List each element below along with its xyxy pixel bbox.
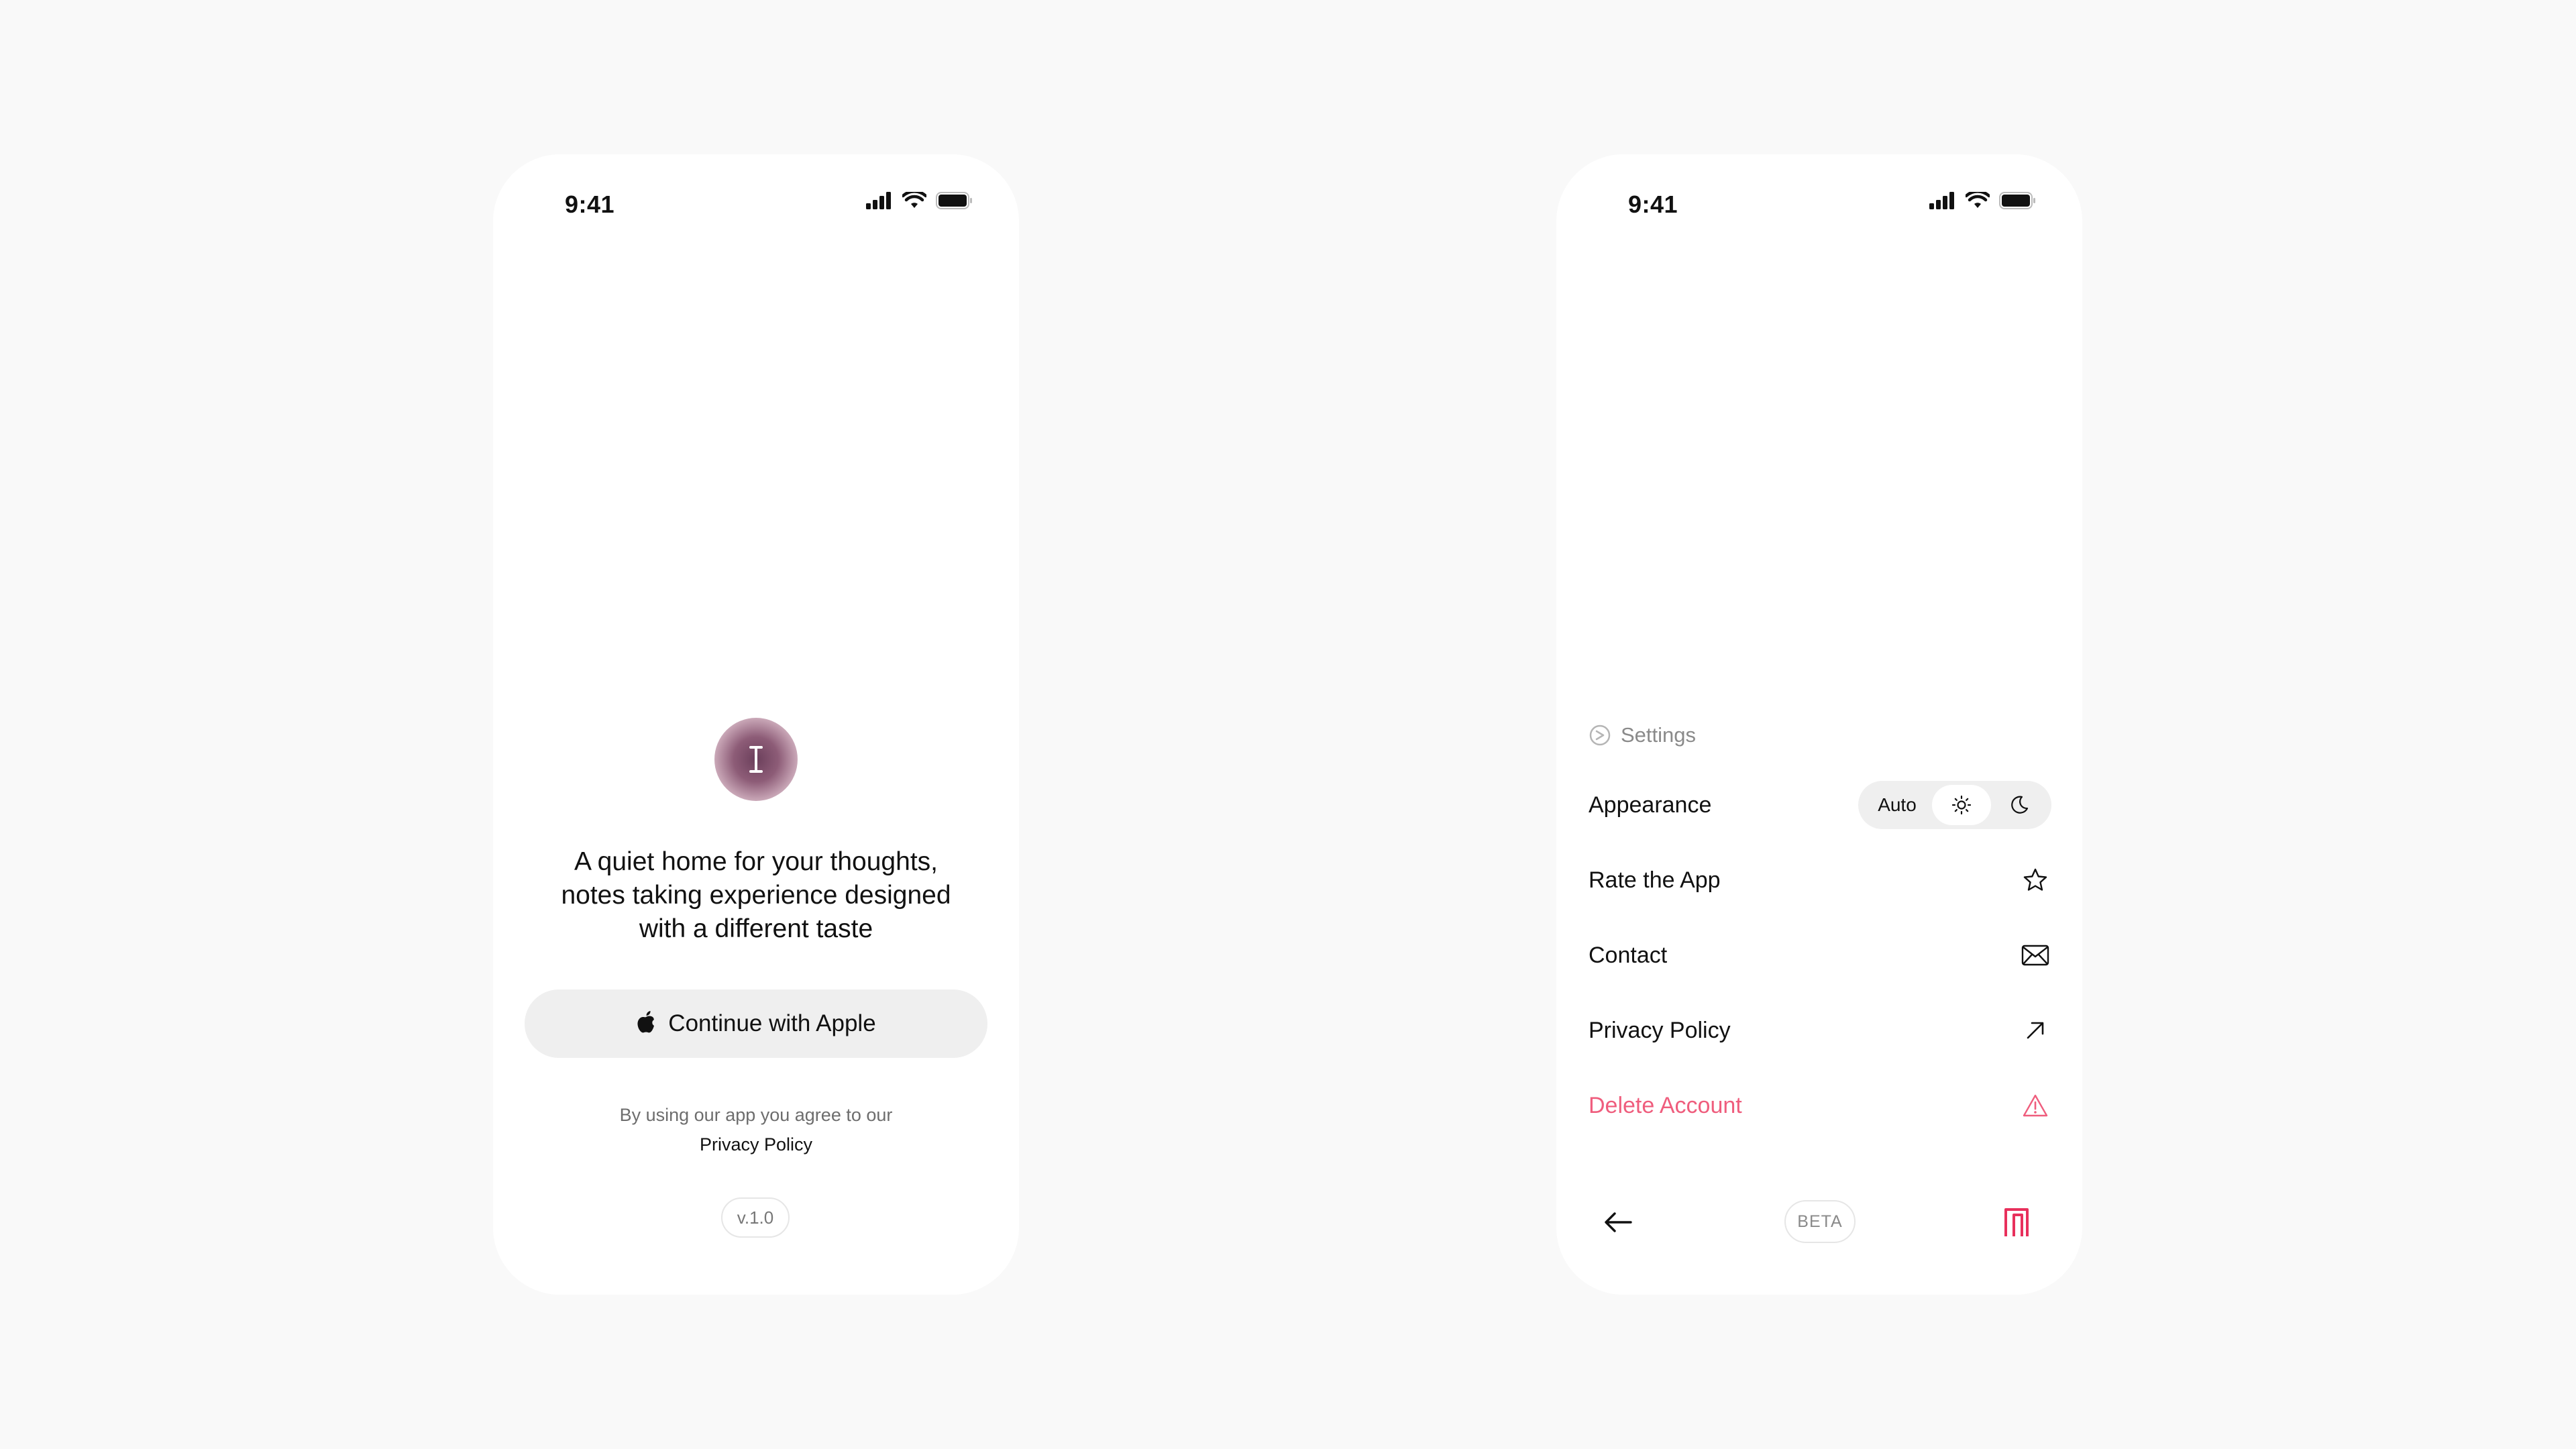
settings-icon	[1589, 724, 1611, 746]
privacy-policy-row[interactable]: Privacy Policy	[1589, 1004, 2051, 1057]
tagline: A quiet home for your thoughts, notes ta…	[520, 845, 992, 946]
legal-text: By using our app you agree to our	[619, 1105, 893, 1125]
appearance-dark-option[interactable]	[1991, 795, 2047, 815]
apple-icon	[637, 1011, 655, 1033]
appearance-light-option[interactable]	[1932, 785, 1991, 825]
appearance-auto-option[interactable]: Auto	[1862, 794, 1932, 816]
rate-app-label: Rate the App	[1589, 867, 1721, 893]
status-time: 9:41	[1628, 191, 1678, 218]
arrow-left-icon	[1605, 1212, 1632, 1232]
app-brand-icon	[2004, 1208, 2029, 1236]
settings-title: Settings	[1621, 723, 1697, 747]
delete-account-row[interactable]: Delete Account	[1589, 1079, 2051, 1132]
appearance-segmented-control: Auto	[1858, 781, 2051, 829]
warning-icon	[2019, 1093, 2051, 1118]
star-icon	[2019, 867, 2051, 894]
bottom-bar: BETA	[1556, 1194, 2082, 1248]
tagline-line: A quiet home for your thoughts,	[574, 847, 938, 876]
version-badge: v.1.0	[721, 1197, 790, 1238]
battery-icon	[1999, 192, 2035, 209]
legal-notice: By using our app you agree to our Privac…	[493, 1100, 1019, 1159]
contact-row[interactable]: Contact	[1589, 928, 2051, 982]
wifi-icon	[1966, 192, 1990, 208]
tagline-line: notes taking experience designed	[561, 881, 951, 910]
settings-screen: 9:41 Settings Appearance Auto Rate the A…	[1556, 154, 2082, 1295]
contact-label: Contact	[1589, 942, 1668, 968]
arrow-up-right-icon	[2019, 1019, 2051, 1042]
beta-badge: BETA	[1784, 1200, 1856, 1243]
status-time: 9:41	[565, 191, 615, 218]
continue-with-apple-button[interactable]: Continue with Apple	[525, 989, 987, 1058]
app-brand-button[interactable]	[1996, 1202, 2037, 1242]
apple-button-label: Continue with Apple	[668, 1010, 876, 1036]
rate-app-row[interactable]: Rate the App	[1589, 853, 2051, 907]
app-logo	[714, 718, 798, 801]
signal-icon	[1929, 192, 1954, 209]
delete-account-label: Delete Account	[1589, 1092, 1742, 1118]
sun-icon	[1951, 795, 1972, 815]
status-bar: 9:41	[1556, 181, 2082, 224]
status-icons	[866, 192, 973, 209]
settings-header: Settings	[1589, 723, 1696, 747]
onboarding-screen: 9:41 A quiet home for your thoughts, not…	[493, 154, 1019, 1295]
moon-icon	[2011, 796, 2029, 814]
privacy-policy-label: Privacy Policy	[1589, 1017, 1731, 1043]
wifi-icon	[902, 192, 926, 208]
battery-icon	[936, 192, 972, 209]
appearance-label: Appearance	[1589, 792, 1712, 818]
mail-icon	[2019, 945, 2051, 966]
tagline-line: with a different taste	[639, 914, 873, 943]
status-icons	[1929, 192, 2037, 209]
back-button[interactable]	[1597, 1201, 1640, 1244]
appearance-row: Appearance Auto	[1589, 778, 2051, 832]
text-cursor-icon	[749, 746, 763, 773]
status-bar: 9:41	[493, 181, 1019, 224]
signal-icon	[866, 192, 891, 209]
privacy-policy-link[interactable]: Privacy Policy	[493, 1130, 1019, 1159]
